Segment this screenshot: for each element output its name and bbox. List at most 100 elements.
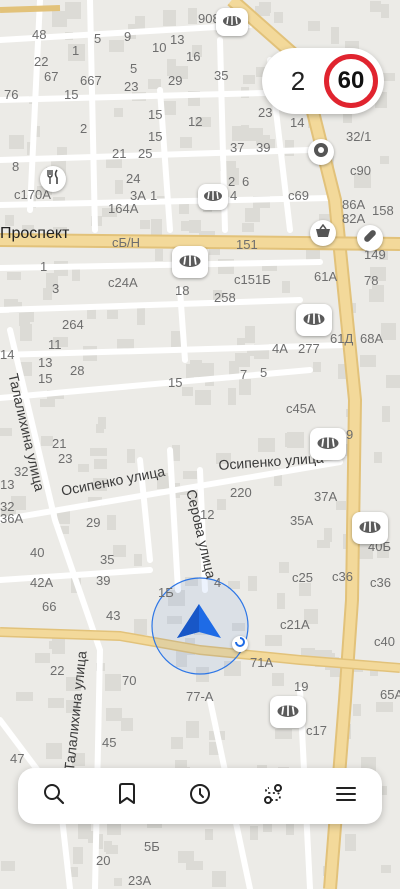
building-footprint [52, 637, 65, 654]
pharmacy-poi[interactable] [357, 225, 383, 251]
house-number-label: 13 [170, 32, 185, 47]
building-footprint [370, 1, 381, 12]
building-footprint [121, 718, 133, 731]
house-number-label: 37 [230, 140, 245, 155]
restaurant-poi[interactable] [40, 166, 66, 192]
house-number-label: 78 [364, 273, 379, 288]
bookmarks-button[interactable] [91, 768, 163, 824]
bakery-poi[interactable] [172, 246, 208, 278]
route-button[interactable] [237, 768, 309, 824]
current-speed: 2 [290, 66, 306, 96]
house-number-label: 15 [168, 375, 183, 390]
building-footprint [180, 137, 192, 148]
house-number-label: 2 [80, 121, 88, 136]
house-number-label: 29 [168, 73, 183, 88]
building-footprint [163, 101, 176, 115]
building-footprint [343, 113, 352, 123]
building-footprint [381, 4, 389, 18]
house-number-label: 4 [230, 188, 238, 203]
house-number-label: 76 [4, 87, 19, 102]
history-button[interactable] [164, 768, 236, 824]
house-number-label: cБ/Н [112, 235, 141, 250]
building-footprint [155, 249, 163, 261]
house-number-label: 37A [314, 489, 338, 504]
house-number-label: c151Б [234, 272, 271, 287]
bakery-icon [203, 188, 223, 206]
building-footprint [310, 609, 318, 624]
building-footprint [228, 388, 236, 405]
building-footprint [73, 847, 83, 864]
building-footprint [107, 310, 118, 319]
building-footprint [386, 375, 400, 388]
house-number-label: 61A [314, 269, 338, 284]
bakery-poi[interactable] [352, 512, 388, 544]
bakery-poi[interactable] [270, 696, 306, 728]
tire-service-poi[interactable] [308, 139, 334, 165]
building-footprint [345, 834, 356, 851]
menu-button[interactable] [310, 768, 382, 824]
house-number-label: 264 [62, 317, 84, 332]
house-number-label: 24 [126, 171, 141, 186]
building-footprint [182, 387, 193, 396]
house-number-label: c36 [332, 569, 353, 584]
building-footprint [137, 308, 145, 325]
building-footprint [40, 399, 55, 407]
building-footprint [9, 135, 24, 149]
house-number-label: 43 [106, 608, 121, 623]
house-number-label: 12 [188, 114, 203, 129]
building-footprint [277, 593, 285, 609]
house-number-label: 220 [230, 485, 252, 500]
building-footprint [115, 180, 123, 194]
house-number-label: 28 [70, 363, 85, 378]
building-footprint [105, 674, 121, 691]
bakery-icon [276, 703, 300, 722]
building-footprint [190, 360, 202, 377]
building-footprint [188, 8, 197, 24]
house-number-label: 11 [48, 337, 62, 352]
building-footprint [250, 826, 258, 840]
house-number-label: 8 [12, 159, 20, 174]
house-number-label: 14 [290, 115, 305, 130]
house-number-label: 68A [360, 331, 384, 346]
house-number-label: 66 [42, 599, 57, 614]
building-footprint [258, 438, 275, 452]
grocery-poi[interactable] [310, 220, 336, 246]
building-footprint [183, 471, 197, 479]
bakery-poi[interactable] [198, 184, 228, 210]
building-footprint [381, 323, 396, 340]
house-number-label: 23A [128, 873, 152, 888]
house-number-label: 158 [372, 203, 394, 218]
bakery-icon [358, 519, 382, 538]
building-footprint [0, 428, 12, 436]
building-footprint [181, 221, 196, 231]
house-number-label: 1 [150, 188, 158, 203]
house-number-label: 39 [256, 140, 271, 155]
speed-panel: 2 60 [262, 48, 384, 114]
building-footprint [134, 619, 147, 635]
house-number-label: c40 [374, 634, 395, 649]
building-footprint [114, 878, 122, 886]
house-number-label: 13 [0, 477, 15, 492]
house-number-label: 65A [380, 687, 400, 702]
building-footprint [65, 2, 81, 19]
house-number-label: 39 [96, 573, 111, 588]
bakery-poi[interactable] [216, 8, 248, 36]
building-footprint [106, 708, 122, 721]
street-label-prospekt: Проспект [0, 225, 70, 242]
search-button[interactable] [18, 768, 90, 824]
house-number-label: 5 [94, 31, 102, 46]
house-number-label: 15 [148, 107, 163, 122]
building-footprint [376, 702, 393, 712]
building-footprint [94, 459, 107, 469]
bakery-icon [316, 435, 340, 454]
bakery-poi[interactable] [296, 304, 332, 336]
building-footprint [46, 743, 62, 759]
house-number-label: 151 [236, 237, 258, 252]
house-number-label: 82A [342, 211, 366, 226]
house-number-label: 77-A [186, 689, 214, 704]
house-number-label: 36A [0, 511, 24, 526]
building-footprint [274, 12, 283, 23]
bakery-poi[interactable] [310, 428, 346, 460]
building-footprint [336, 501, 346, 510]
map-view[interactable]: 908 48 5 9 13 10 1 22 16 67 667 23 29 35 5 76 15 15 12 23 2 1… [0, 0, 400, 889]
